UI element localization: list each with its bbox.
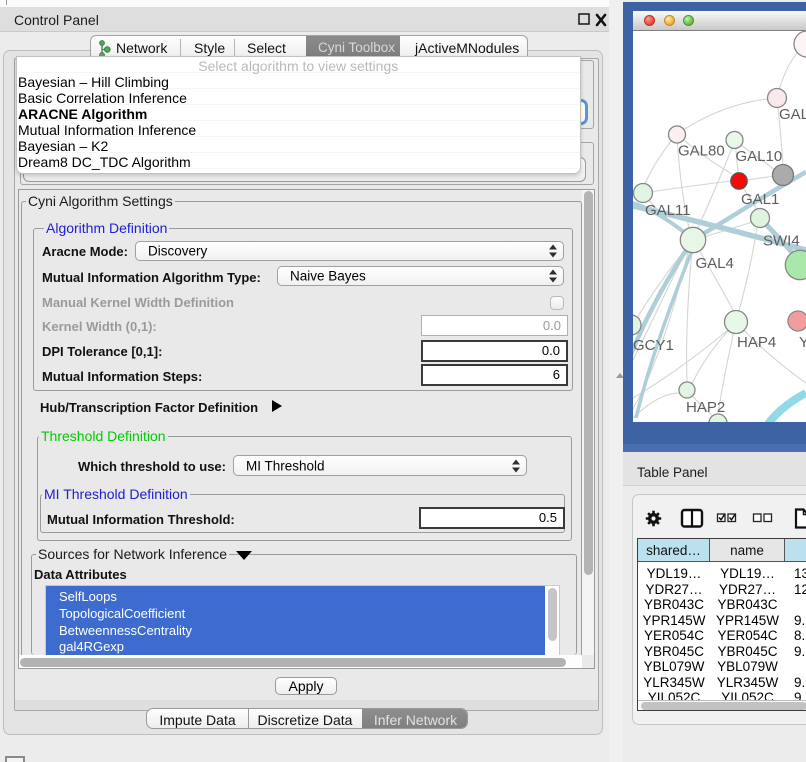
svg-text:GAL10: GAL10	[736, 148, 783, 165]
svg-text:Y: Y	[799, 334, 806, 351]
svg-text:GAL: GAL	[779, 106, 806, 123]
svg-text:GAL80: GAL80	[678, 143, 725, 160]
svg-text:GAL4: GAL4	[696, 255, 734, 272]
svg-text:GCY1: GCY1	[633, 337, 674, 354]
svg-text:GAL11: GAL11	[645, 202, 691, 219]
svg-text:SWI4: SWI4	[763, 233, 800, 250]
svg-text:HAP2: HAP2	[686, 399, 725, 416]
svg-text:GAL1: GAL1	[741, 191, 779, 208]
svg-text:HAP4: HAP4	[737, 334, 776, 351]
